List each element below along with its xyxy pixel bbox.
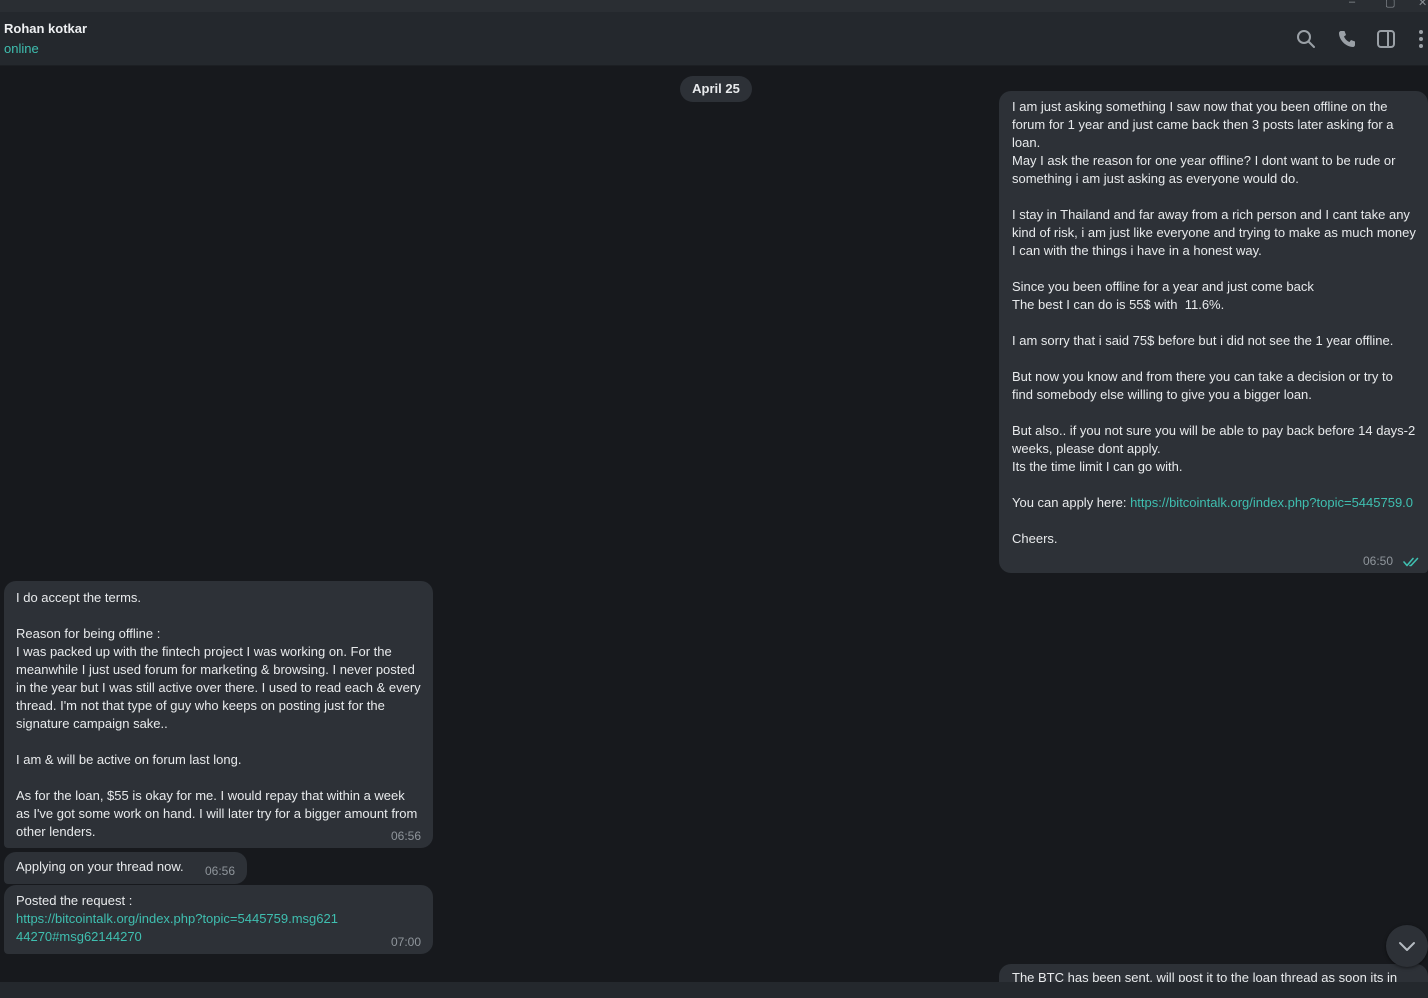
search-icon[interactable] (1295, 28, 1317, 50)
double-check-icon (1403, 557, 1419, 567)
message-time: 06:56 (205, 864, 236, 878)
date-separator: April 25 (680, 76, 752, 102)
message-text: The BTC has been sent, will post it to t… (1012, 970, 1398, 982)
message-text: I am just asking something I saw now tha… (1012, 99, 1416, 510)
message-time: 07:00 (391, 935, 422, 949)
phone-icon[interactable] (1336, 28, 1358, 50)
message-link[interactable]: https://bitcointalk.org/index.php?topic=… (1130, 495, 1413, 510)
message-list[interactable]: April 25 I am just asking something I sa… (0, 67, 1428, 982)
message-text: Applying on your thread now. (16, 859, 184, 874)
message-bubble-incoming[interactable]: I do accept the terms. Reason for being … (4, 581, 433, 848)
scroll-down-button[interactable] (1386, 925, 1428, 967)
message-link[interactable]: https://bitcointalk.org/index.php?topic=… (16, 911, 338, 944)
minimize-button[interactable]: – (1349, 0, 1355, 8)
peer-status: online (4, 41, 39, 56)
close-button[interactable]: ✕ (1418, 0, 1427, 9)
message-time: 06:50 (1363, 554, 1394, 568)
message-time: 06:56 (391, 829, 422, 843)
more-vertical-icon[interactable] (1410, 28, 1428, 50)
message-composer[interactable] (0, 982, 1428, 998)
peer-name[interactable]: Rohan kotkar (4, 21, 87, 36)
message-bubble-outgoing[interactable]: The BTC has been sent, will post it to t… (999, 964, 1428, 982)
chat-header: Rohan kotkar online (0, 12, 1428, 66)
maximize-button[interactable]: ▢ (1385, 0, 1395, 9)
message-text: Posted the request : (16, 893, 133, 908)
message-text: Cheers. (1012, 531, 1058, 546)
message-bubble-outgoing[interactable]: I am just asking something I saw now tha… (999, 91, 1428, 573)
message-text: I do accept the terms. Reason for being … (16, 590, 421, 839)
sidebar-icon[interactable] (1375, 28, 1397, 50)
window-titlebar: – ▢ ✕ (0, 0, 1428, 12)
chevron-down-icon (1399, 942, 1415, 951)
message-bubble-incoming[interactable]: Posted the request : https://bitcointalk… (4, 885, 433, 954)
